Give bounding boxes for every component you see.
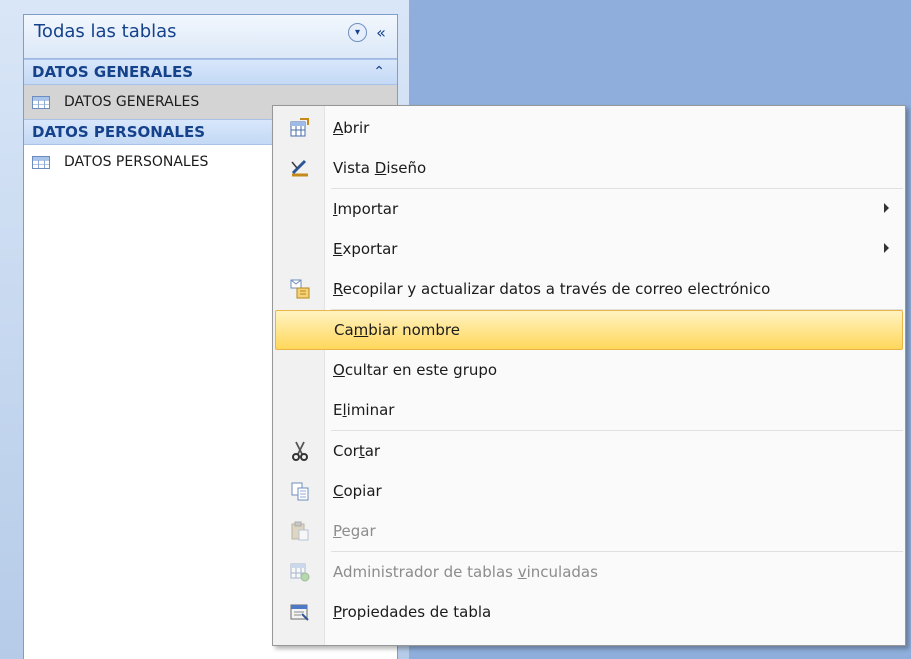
open-table-icon (275, 118, 325, 138)
menu-item-cortar[interactable]: Cortar (275, 431, 903, 471)
collapse-pane-icon[interactable]: « (373, 24, 389, 41)
nav-item-label: DATOS GENERALES (64, 94, 200, 110)
group-label: DATOS PERSONALES (32, 123, 206, 141)
menu-item-pegar[interactable]: Pegar (275, 511, 903, 551)
menu-item-label: Pegar (333, 522, 376, 540)
menu-item-label: Ocultar en este grupo (333, 361, 498, 379)
group-label: DATOS GENERALES (32, 63, 194, 81)
menu-item-label: Administrador de tablas vinculadas (333, 563, 598, 581)
menu-item-abrir[interactable]: Abrir (275, 108, 903, 148)
context-menu: Abrir Vista Diseño Importar Exportar Rec… (272, 105, 906, 646)
table-icon (32, 95, 50, 109)
nav-menu-dropdown-icon[interactable]: ▾ (348, 23, 367, 42)
menu-item-recopilar[interactable]: Recopilar y actualizar datos a través de… (275, 269, 903, 309)
menu-item-label: Exportar (333, 240, 398, 258)
nav-pane-header[interactable]: Todas las tablas ▾ « (24, 15, 397, 59)
paste-icon (275, 521, 325, 541)
menu-item-label: Cortar (333, 442, 381, 460)
nav-pane-title[interactable]: Todas las tablas (34, 21, 177, 42)
design-view-icon (275, 158, 325, 178)
menu-item-label: Cambiar nombre (334, 321, 460, 339)
menu-item-cambiar-nombre[interactable]: Cambiar nombre (275, 310, 903, 350)
nav-item-label: DATOS PERSONALES (64, 154, 209, 170)
menu-item-label: Eliminar (333, 401, 395, 419)
submenu-arrow-icon (884, 203, 889, 213)
table-properties-icon (275, 602, 325, 622)
submenu-arrow-icon (884, 243, 889, 253)
menu-item-administrador[interactable]: Administrador de tablas vinculadas (275, 552, 903, 592)
group-header-datos-generales[interactable]: DATOS GENERALES ⌃ (24, 59, 397, 85)
menu-item-label: Vista Diseño (333, 159, 427, 177)
collect-data-icon (275, 279, 325, 299)
menu-item-label: Abrir (333, 119, 370, 137)
menu-item-label: Propiedades de tabla (333, 603, 492, 621)
scissors-icon (275, 441, 325, 461)
menu-item-propiedades[interactable]: Propiedades de tabla (275, 592, 903, 632)
copy-icon (275, 481, 325, 501)
table-icon (32, 155, 50, 169)
menu-item-label: Importar (333, 200, 399, 218)
menu-item-exportar[interactable]: Exportar (275, 229, 903, 269)
menu-item-label: Copiar (333, 482, 382, 500)
menu-item-label: Recopilar y actualizar datos a través de… (333, 280, 771, 298)
menu-item-copiar[interactable]: Copiar (275, 471, 903, 511)
menu-item-vista-diseno[interactable]: Vista Diseño (275, 148, 903, 188)
menu-item-eliminar[interactable]: Eliminar (275, 390, 903, 430)
linked-table-manager-icon (275, 562, 325, 582)
collapse-group-icon[interactable]: ⌃ (373, 64, 385, 80)
menu-item-importar[interactable]: Importar (275, 189, 903, 229)
menu-item-ocultar[interactable]: Ocultar en este grupo (275, 350, 903, 390)
